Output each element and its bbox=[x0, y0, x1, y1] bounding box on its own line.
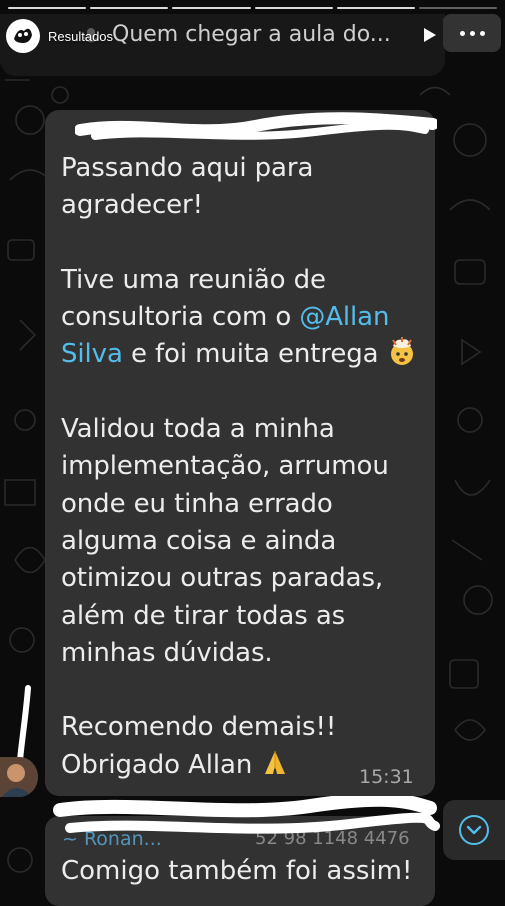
scroll-to-bottom-button[interactable] bbox=[443, 800, 505, 860]
chevron-down-icon bbox=[459, 815, 489, 845]
story-progress-segment bbox=[90, 7, 169, 9]
dot-icon bbox=[479, 30, 485, 36]
story-progress-segment bbox=[8, 7, 87, 9]
quoted-message-preview: Quem chegar a aula do... bbox=[112, 22, 391, 47]
story-progress-segment bbox=[418, 7, 498, 9]
user-mention[interactable]: @Allan bbox=[299, 302, 389, 332]
story-progress-bar bbox=[8, 7, 498, 9]
dot-icon bbox=[459, 30, 465, 36]
redaction-scribble bbox=[53, 796, 440, 834]
story-progress-segment bbox=[336, 7, 415, 9]
play-icon[interactable] bbox=[423, 27, 437, 43]
message-text: Passando aqui para agradecer! Tive uma r… bbox=[61, 150, 421, 784]
sender-avatar[interactable] bbox=[0, 757, 38, 797]
story-progress-segment bbox=[172, 7, 251, 9]
user-mention-surname[interactable]: Silva bbox=[61, 339, 123, 369]
story-username[interactable]: Resultados bbox=[48, 29, 113, 44]
profile-avatar[interactable] bbox=[6, 19, 40, 53]
folded-hands-emoji-icon bbox=[265, 750, 286, 774]
message-timestamp: 15:31 bbox=[359, 766, 414, 788]
brand-logo-icon bbox=[9, 22, 37, 50]
exploding-head-emoji-icon bbox=[390, 337, 413, 366]
story-progress-segment bbox=[254, 7, 333, 9]
redaction-scribble bbox=[75, 112, 437, 140]
dot-icon bbox=[469, 30, 475, 36]
person-photo-icon bbox=[0, 757, 38, 797]
handwritten-stroke bbox=[17, 685, 31, 763]
reply-message-text: Comigo também foi assim! bbox=[61, 856, 413, 886]
more-options-button[interactable] bbox=[443, 14, 501, 52]
story-header[interactable]: Resultados bbox=[6, 16, 113, 56]
